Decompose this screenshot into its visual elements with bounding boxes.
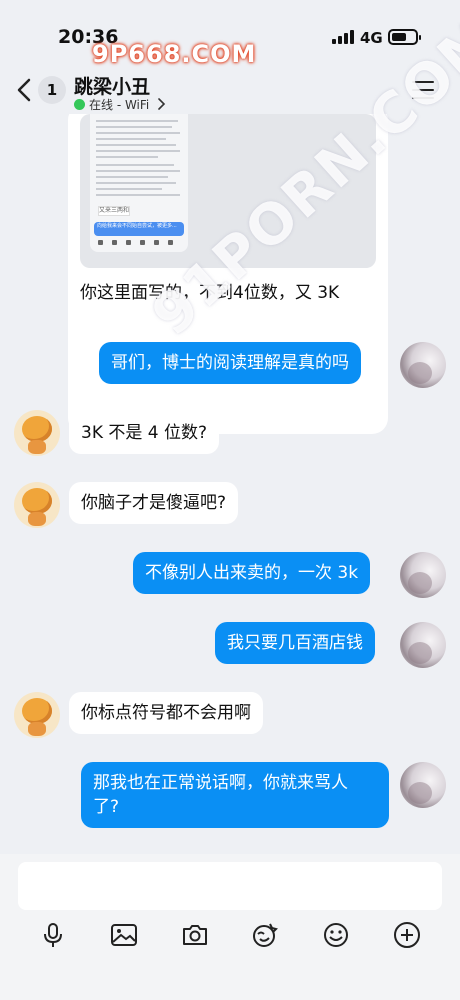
thumbnail-highlight: 向给我来会不同始自尝试，被更多... — [94, 222, 184, 236]
sticker-icon — [253, 923, 278, 947]
composer-bar — [0, 854, 460, 1000]
message-text: 你脑子才是傻逼吧? — [81, 493, 227, 513]
message-input[interactable] — [18, 862, 442, 910]
screenshot-thumbnail: 又来三两和 向给我来会不同始自尝试，被更多... — [90, 114, 188, 252]
more-button[interactable] — [392, 920, 422, 950]
avatar-contact[interactable] — [14, 482, 60, 528]
message-bubble-contact[interactable]: 你标点符号都不会用啊 — [69, 692, 263, 734]
signal-icon — [332, 30, 356, 44]
camera-button[interactable] — [180, 920, 210, 950]
avatar-self[interactable] — [400, 342, 446, 388]
emoji-icon — [324, 923, 348, 947]
sticker-button[interactable] — [250, 920, 280, 950]
chevron-right-icon — [158, 98, 166, 110]
quoted-screenshot-image[interactable]: 又来三两和 向给我来会不同始自尝试，被更多... — [80, 114, 376, 268]
voice-button[interactable] — [38, 920, 68, 950]
thumbnail-tag: 又来三两和 — [98, 206, 130, 216]
back-button[interactable] — [14, 76, 38, 104]
message-text: 你标点符号都不会用啊 — [81, 703, 251, 723]
online-dot-icon — [74, 99, 85, 110]
message-bubble-with-image[interactable]: 又来三两和 向给我来会不同始自尝试，被更多... 你这里面写的，不到4位数，又 … — [68, 114, 388, 434]
chat-messages[interactable]: 又来三两和 向给我来会不同始自尝试，被更多... 你这里面写的，不到4位数，又 … — [0, 114, 460, 854]
message-bubble-self[interactable]: 那我也在正常说话啊，你就来骂人 了? — [81, 762, 389, 828]
unread-count-badge[interactable]: 1 — [38, 76, 66, 104]
message-bubble-self[interactable]: 哥们，博士的阅读理解是真的吗 — [99, 342, 361, 384]
photo-button[interactable] — [109, 920, 139, 950]
menu-button[interactable] — [412, 80, 436, 100]
battery-icon — [388, 29, 421, 45]
chat-header: 1 跳梁小丑 在线 - WiFi — [0, 70, 460, 114]
microphone-icon — [44, 923, 62, 947]
avatar-self[interactable] — [400, 552, 446, 598]
message-bubble-self[interactable]: 我只要几百酒店钱 — [215, 622, 375, 664]
message-text: 我只要几百酒店钱 — [227, 633, 363, 653]
plus-icon — [394, 922, 420, 948]
camera-icon — [183, 925, 207, 945]
message-text-line: 了? — [93, 797, 120, 817]
message-text-line: 那我也在正常说话啊，你就来骂人 — [93, 773, 348, 793]
avatar-self[interactable] — [400, 622, 446, 668]
message-text: 哥们，博士的阅读理解是真的吗 — [111, 353, 349, 373]
avatar-contact[interactable] — [14, 410, 60, 456]
message-bubble-contact[interactable]: 你脑子才是傻逼吧? — [69, 482, 239, 524]
network-type: 4G — [360, 29, 383, 47]
message-text: 不像别人出来卖的，一次 3k — [145, 563, 359, 583]
watermark-text: 9P668.COM — [92, 40, 257, 68]
presence-status[interactable]: 在线 - WiFi — [74, 96, 167, 113]
message-text: 3K 不是 4 位数? — [81, 423, 208, 443]
avatar-self[interactable] — [400, 762, 446, 808]
image-icon — [111, 924, 137, 946]
presence-label: 在线 - WiFi — [89, 98, 150, 112]
emoji-button[interactable] — [321, 920, 351, 950]
message-bubble-self[interactable]: 不像别人出来卖的，一次 3k — [133, 552, 371, 594]
message-text: 你这里面写的，不到4位数，又 3K — [80, 283, 340, 303]
contact-name[interactable]: 跳梁小丑 — [74, 72, 150, 99]
message-bubble-contact[interactable]: 3K 不是 4 位数? — [69, 412, 220, 454]
avatar-contact[interactable] — [14, 692, 60, 738]
chevron-left-icon — [17, 78, 31, 102]
